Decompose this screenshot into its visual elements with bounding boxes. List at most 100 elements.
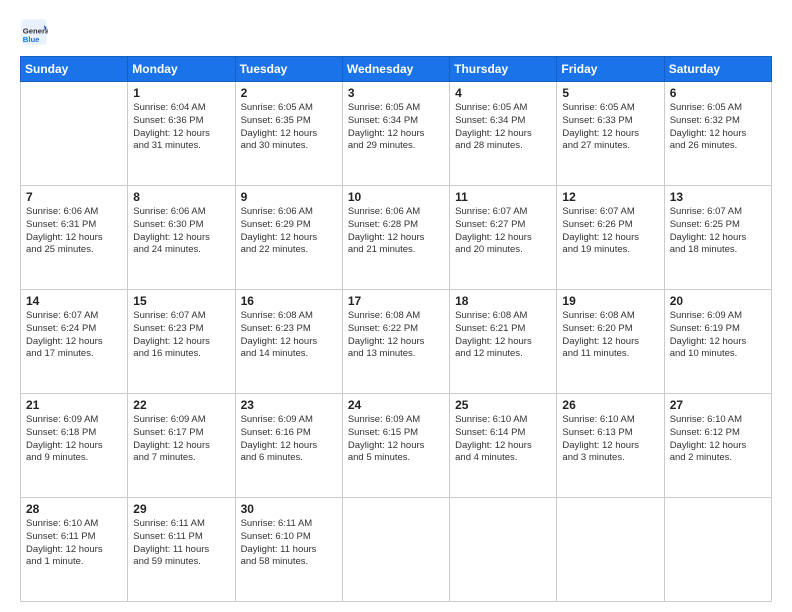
day-info: Sunrise: 6:09 AM Sunset: 6:15 PM Dayligh… [348,414,444,465]
day-number: 18 [455,294,551,308]
day-cell: 18 Sunrise: 6:08 AM Sunset: 6:21 PM Dayli… [450,290,557,394]
page: General Blue SundayMondayTuesdayWednesda… [0,0,792,612]
day-number: 2 [241,86,337,100]
day-info: Sunrise: 6:09 AM Sunset: 6:16 PM Dayligh… [241,414,337,465]
week-row-2: 7Sunrise: 6:06 AM Sunset: 6:31 PM Daylig… [21,186,772,290]
week-row-5: 28 Sunrise: 6:10 AM Sunset: 6:11 PM Dayli… [21,498,772,602]
day-info: Sunrise: 6:08 AM Sunset: 6:21 PM Dayligh… [455,310,551,361]
calendar-table: SundayMondayTuesdayWednesdayThursdayFrid… [20,56,772,602]
day-cell: 15 Sunrise: 6:07 AM Sunset: 6:23 PM Dayli… [128,290,235,394]
day-number: 4 [455,86,551,100]
day-number: 26 [562,398,658,412]
day-info: Sunrise: 6:10 AM Sunset: 6:12 PM Dayligh… [670,414,766,465]
day-cell: 23 Sunrise: 6:09 AM Sunset: 6:16 PM Dayli… [235,394,342,498]
day-info: Sunrise: 6:07 AM Sunset: 6:27 PM Dayligh… [455,206,551,257]
day-number: 23 [241,398,337,412]
day-info: Sunrise: 6:09 AM Sunset: 6:17 PM Dayligh… [133,414,229,465]
day-number: 12 [562,190,658,204]
day-cell [664,498,771,602]
day-number: 10 [348,190,444,204]
day-cell: 29Sunrise: 6:11 AM Sunset: 6:11 PM Dayli… [128,498,235,602]
day-info: Sunrise: 6:07 AM Sunset: 6:24 PM Dayligh… [26,310,122,361]
day-info: Sunrise: 6:09 AM Sunset: 6:19 PM Dayligh… [670,310,766,361]
day-info: Sunrise: 6:10 AM Sunset: 6:11 PM Dayligh… [26,518,122,569]
day-info: Sunrise: 6:05 AM Sunset: 6:35 PM Dayligh… [241,102,337,153]
day-cell: 2 Sunrise: 6:05 AM Sunset: 6:35 PM Daylig… [235,82,342,186]
day-info: Sunrise: 6:06 AM Sunset: 6:30 PM Dayligh… [133,206,229,257]
weekday-header-thursday: Thursday [450,57,557,82]
day-cell [342,498,449,602]
day-info: Sunrise: 6:05 AM Sunset: 6:34 PM Dayligh… [348,102,444,153]
day-number: 22 [133,398,229,412]
day-number: 19 [562,294,658,308]
day-cell: 16 Sunrise: 6:08 AM Sunset: 6:23 PM Dayli… [235,290,342,394]
day-cell: 19Sunrise: 6:08 AM Sunset: 6:20 PM Dayli… [557,290,664,394]
weekday-header-monday: Monday [128,57,235,82]
day-number: 13 [670,190,766,204]
week-row-4: 21Sunrise: 6:09 AM Sunset: 6:18 PM Dayli… [21,394,772,498]
day-cell: 27 Sunrise: 6:10 AM Sunset: 6:12 PM Dayli… [664,394,771,498]
day-info: Sunrise: 6:05 AM Sunset: 6:34 PM Dayligh… [455,102,551,153]
day-number: 30 [241,502,337,516]
day-number: 6 [670,86,766,100]
logo: General Blue [20,18,54,46]
day-cell: 3Sunrise: 6:05 AM Sunset: 6:34 PM Daylig… [342,82,449,186]
day-number: 27 [670,398,766,412]
day-info: Sunrise: 6:07 AM Sunset: 6:25 PM Dayligh… [670,206,766,257]
day-cell: 14 Sunrise: 6:07 AM Sunset: 6:24 PM Dayli… [21,290,128,394]
day-cell: 24 Sunrise: 6:09 AM Sunset: 6:15 PM Dayli… [342,394,449,498]
day-cell: 8 Sunrise: 6:06 AM Sunset: 6:30 PM Daylig… [128,186,235,290]
day-cell [450,498,557,602]
day-info: Sunrise: 6:06 AM Sunset: 6:28 PM Dayligh… [348,206,444,257]
weekday-header-wednesday: Wednesday [342,57,449,82]
day-cell: 5 Sunrise: 6:05 AM Sunset: 6:33 PM Daylig… [557,82,664,186]
day-info: Sunrise: 6:07 AM Sunset: 6:26 PM Dayligh… [562,206,658,257]
weekday-header-tuesday: Tuesday [235,57,342,82]
day-number: 15 [133,294,229,308]
day-info: Sunrise: 6:06 AM Sunset: 6:29 PM Dayligh… [241,206,337,257]
day-number: 16 [241,294,337,308]
day-info: Sunrise: 6:05 AM Sunset: 6:32 PM Dayligh… [670,102,766,153]
day-cell: 10 Sunrise: 6:06 AM Sunset: 6:28 PM Dayli… [342,186,449,290]
day-number: 25 [455,398,551,412]
day-info: Sunrise: 6:08 AM Sunset: 6:22 PM Dayligh… [348,310,444,361]
day-cell: 4 Sunrise: 6:05 AM Sunset: 6:34 PM Daylig… [450,82,557,186]
day-cell: 25 Sunrise: 6:10 AM Sunset: 6:14 PM Dayli… [450,394,557,498]
day-number: 8 [133,190,229,204]
day-info: Sunrise: 6:08 AM Sunset: 6:23 PM Dayligh… [241,310,337,361]
day-info: Sunrise: 6:10 AM Sunset: 6:14 PM Dayligh… [455,414,551,465]
day-number: 9 [241,190,337,204]
weekday-header-sunday: Sunday [21,57,128,82]
weekday-header-friday: Friday [557,57,664,82]
day-number: 29 [133,502,229,516]
logo-icon: General Blue [20,18,48,46]
day-info: Sunrise: 6:04 AM Sunset: 6:36 PM Dayligh… [133,102,229,153]
day-cell [557,498,664,602]
day-number: 14 [26,294,122,308]
day-cell: 21Sunrise: 6:09 AM Sunset: 6:18 PM Dayli… [21,394,128,498]
day-cell: 26 Sunrise: 6:10 AM Sunset: 6:13 PM Dayli… [557,394,664,498]
header: General Blue [20,18,772,46]
day-number: 5 [562,86,658,100]
day-cell: 22 Sunrise: 6:09 AM Sunset: 6:17 PM Dayli… [128,394,235,498]
day-info: Sunrise: 6:05 AM Sunset: 6:33 PM Dayligh… [562,102,658,153]
svg-text:Blue: Blue [23,35,40,44]
day-cell [21,82,128,186]
day-cell: 12 Sunrise: 6:07 AM Sunset: 6:26 PM Dayli… [557,186,664,290]
day-number: 7 [26,190,122,204]
svg-text:General: General [23,26,48,35]
day-number: 24 [348,398,444,412]
day-number: 11 [455,190,551,204]
day-cell: 6 Sunrise: 6:05 AM Sunset: 6:32 PM Daylig… [664,82,771,186]
day-cell: 1Sunrise: 6:04 AM Sunset: 6:36 PM Daylig… [128,82,235,186]
day-number: 28 [26,502,122,516]
day-number: 20 [670,294,766,308]
day-cell: 9 Sunrise: 6:06 AM Sunset: 6:29 PM Daylig… [235,186,342,290]
day-cell: 17Sunrise: 6:08 AM Sunset: 6:22 PM Dayli… [342,290,449,394]
day-info: Sunrise: 6:11 AM Sunset: 6:10 PM Dayligh… [241,518,337,569]
day-cell: 13 Sunrise: 6:07 AM Sunset: 6:25 PM Dayli… [664,186,771,290]
week-row-3: 14 Sunrise: 6:07 AM Sunset: 6:24 PM Dayli… [21,290,772,394]
day-cell: 7Sunrise: 6:06 AM Sunset: 6:31 PM Daylig… [21,186,128,290]
day-info: Sunrise: 6:07 AM Sunset: 6:23 PM Dayligh… [133,310,229,361]
day-info: Sunrise: 6:10 AM Sunset: 6:13 PM Dayligh… [562,414,658,465]
